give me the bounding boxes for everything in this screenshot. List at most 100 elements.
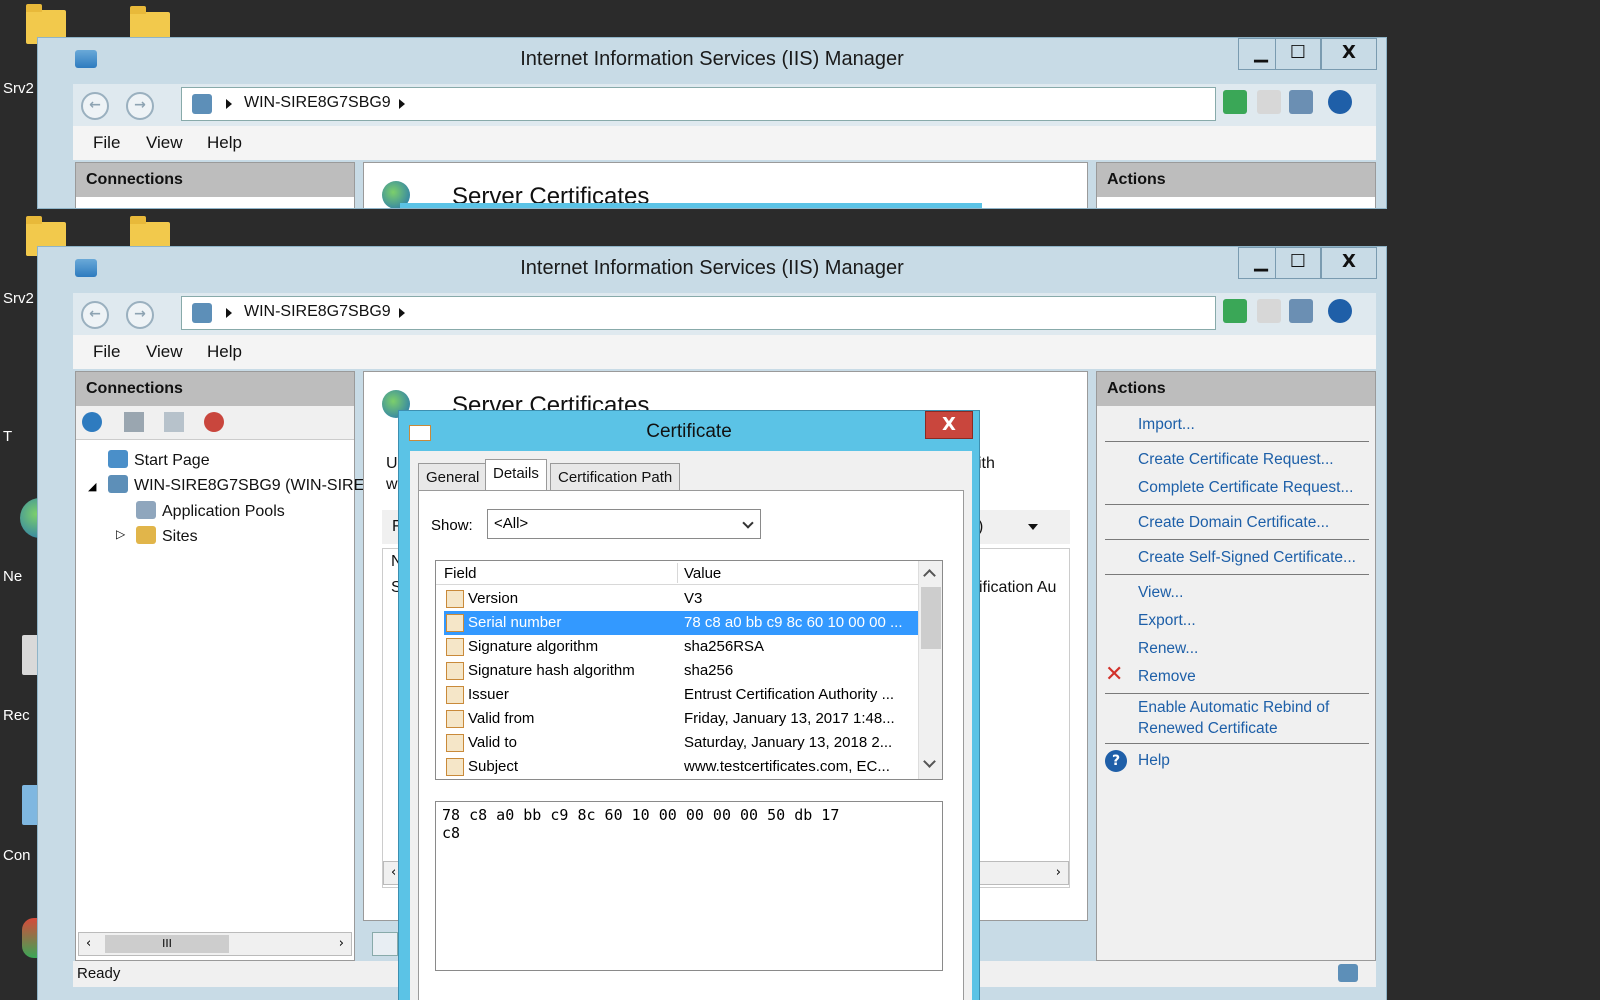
certificate-dialog: Certificate X General Certification Path…	[398, 410, 980, 1000]
forward-button[interactable]: →	[126, 301, 154, 329]
list-item[interactable]: Signature algorithm sha256RSA	[444, 635, 918, 659]
action-create-self-signed-certificate[interactable]: Create Self-Signed Certificate...	[1138, 549, 1356, 567]
title-bar: Internet Information Services (IIS) Mana…	[38, 247, 1386, 287]
desktop-label: Con	[3, 847, 31, 864]
close-button[interactable]: X	[1321, 38, 1377, 70]
field-name: Serial number	[468, 614, 562, 631]
actions-panel: Actions	[1096, 162, 1376, 208]
features-view-icon[interactable]	[372, 932, 398, 956]
action-import[interactable]: Import...	[1138, 416, 1195, 434]
scroll-left-arrow-icon[interactable]: ‹	[86, 936, 91, 951]
expand-icon[interactable]: ▷	[116, 527, 125, 541]
scroll-thumb[interactable]: III	[105, 935, 229, 953]
menu-view[interactable]: View	[146, 342, 183, 362]
details-tab-panel: Show: <All> Field Value Version V3 Serial…	[418, 490, 964, 1000]
desktop-label: T	[3, 428, 13, 445]
address-bar[interactable]: WIN-SIRE8G7SBG9	[181, 296, 1216, 330]
field-icon	[446, 758, 464, 776]
list-item-selected[interactable]: Serial number 78 c8 a0 bb c9 8c 60 10 00 …	[444, 611, 918, 635]
list-item[interactable]: Issuer Entrust Certification Authority ..…	[444, 683, 918, 707]
action-create-certificate-request[interactable]: Create Certificate Request...	[1138, 451, 1334, 469]
expand-collapse-icon[interactable]: ◢	[88, 480, 96, 493]
certificate-fields-list[interactable]: Field Value Version V3 Serial number 78 c8…	[435, 560, 943, 780]
action-enable-automatic-rebind-line2[interactable]: Renewed Certificate	[1138, 720, 1278, 738]
address-bar[interactable]: WIN-SIRE8G7SBG9	[181, 87, 1216, 121]
list-header: Field Value	[436, 561, 918, 585]
menu-file[interactable]: File	[93, 342, 120, 362]
field-name: Signature hash algorithm	[468, 662, 635, 679]
connection-status-icon	[1338, 964, 1358, 982]
refresh-icon[interactable]	[1223, 90, 1247, 114]
menu-view[interactable]: View	[146, 133, 183, 153]
breadcrumb-server[interactable]: WIN-SIRE8G7SBG9	[244, 94, 391, 112]
menu-help[interactable]: Help	[207, 342, 242, 362]
action-view[interactable]: View...	[1138, 584, 1183, 602]
refresh-icon[interactable]	[1223, 299, 1247, 323]
home-icon[interactable]	[1289, 299, 1313, 323]
scroll-up-arrow-icon[interactable]	[923, 569, 936, 582]
column-header-value[interactable]: Value	[684, 565, 721, 582]
action-enable-automatic-rebind[interactable]: Enable Automatic Rebind of	[1138, 699, 1329, 717]
field-icon	[446, 734, 464, 752]
app-pools-icon	[136, 501, 156, 519]
maximize-button[interactable]: ☐	[1275, 247, 1321, 279]
help-icon[interactable]	[1328, 299, 1352, 323]
home-icon[interactable]	[1289, 90, 1313, 114]
breadcrumb-arrow-icon	[399, 308, 405, 318]
connections-header: Connections	[76, 163, 354, 197]
forward-button[interactable]: →	[126, 92, 154, 120]
disconnect-icon[interactable]	[204, 412, 224, 432]
window-title: Internet Information Services (IIS) Mana…	[520, 48, 904, 70]
field-name: Subject	[468, 758, 519, 775]
tree-item-start-page[interactable]: Start Page	[108, 450, 210, 470]
scroll-left-arrow-icon[interactable]: ‹	[391, 865, 396, 880]
field-name: Issuer	[468, 686, 509, 703]
tree-item-server[interactable]: WIN-SIRE8G7SBG9 (WIN-SIRE	[108, 475, 364, 495]
up-icon[interactable]	[164, 412, 184, 432]
tree-item-application-pools[interactable]: Application Pools	[136, 501, 285, 521]
list-item[interactable]: Version V3	[444, 587, 918, 611]
save-icon[interactable]	[124, 412, 144, 432]
tree-item-sites[interactable]: Sites	[136, 526, 198, 546]
maximize-button[interactable]: ☐	[1275, 38, 1321, 70]
actions-header: Actions	[1097, 372, 1375, 406]
column-header-issued-by: ification Au	[979, 579, 1057, 596]
tab-details[interactable]: Details	[485, 459, 547, 491]
scroll-right-arrow-icon[interactable]: ›	[1056, 865, 1061, 880]
connections-hscrollbar[interactable]: ‹ III ›	[78, 932, 352, 956]
back-button[interactable]: ←	[81, 301, 109, 329]
chevron-down-icon	[742, 517, 754, 529]
action-remove[interactable]: Remove	[1138, 668, 1196, 686]
show-dropdown[interactable]: <All>	[487, 509, 761, 539]
close-button[interactable]: X	[1321, 247, 1377, 279]
detail-line: 78 c8 a0 bb c9 8c 60 10 00 00 00 00 50 d…	[442, 806, 840, 824]
list-item[interactable]: Valid from Friday, January 13, 2017 1:48.…	[444, 707, 918, 731]
stop-icon[interactable]	[1257, 90, 1281, 114]
action-export[interactable]: Export...	[1138, 612, 1196, 630]
dropdown-arrow-icon[interactable]	[1028, 524, 1038, 530]
connect-icon[interactable]	[82, 412, 102, 432]
back-button[interactable]: ←	[81, 92, 109, 120]
action-renew[interactable]: Renew...	[1138, 640, 1198, 658]
list-vscrollbar[interactable]	[918, 561, 942, 779]
scroll-thumb[interactable]	[921, 587, 941, 649]
stop-icon[interactable]	[1257, 299, 1281, 323]
breadcrumb-server[interactable]: WIN-SIRE8G7SBG9	[244, 303, 391, 321]
tab-general[interactable]: General	[418, 463, 488, 491]
action-help[interactable]: Help	[1138, 752, 1170, 770]
action-create-domain-certificate[interactable]: Create Domain Certificate...	[1138, 514, 1329, 532]
tab-certification-path[interactable]: Certification Path	[550, 463, 681, 491]
menu-help[interactable]: Help	[207, 133, 242, 153]
desktop-label: Ne	[3, 568, 23, 585]
dialog-close-button[interactable]: X	[925, 411, 973, 439]
list-item[interactable]: Signature hash algorithm sha256	[444, 659, 918, 683]
list-item[interactable]: Subject www.testcertificates.com, EC...	[444, 755, 918, 779]
list-item[interactable]: Valid to Saturday, January 13, 2018 2...	[444, 731, 918, 755]
scroll-down-arrow-icon[interactable]	[923, 755, 936, 768]
menu-file[interactable]: File	[93, 133, 120, 153]
help-icon[interactable]	[1328, 90, 1352, 114]
column-header-field[interactable]: Field	[444, 565, 477, 582]
scroll-right-arrow-icon[interactable]: ›	[339, 936, 344, 951]
action-complete-certificate-request[interactable]: Complete Certificate Request...	[1138, 479, 1353, 497]
field-detail-textbox[interactable]: 78 c8 a0 bb c9 8c 60 10 00 00 00 00 50 d…	[435, 801, 943, 971]
